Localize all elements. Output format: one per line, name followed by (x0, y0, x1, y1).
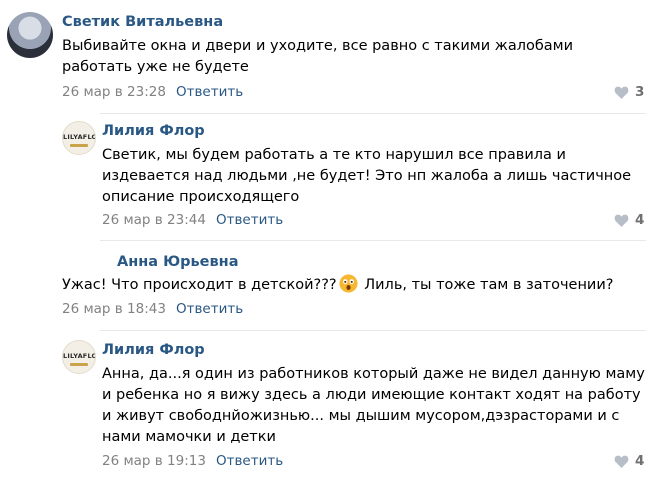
comment-text: Светик, мы будем работать а те кто наруш… (102, 147, 632, 205)
comment-meta: 26 мар в 18:43 Ответить (62, 301, 243, 317)
reply-button[interactable]: Ответить (216, 453, 283, 469)
comment-date[interactable]: 26 мар в 18:43 (62, 301, 166, 317)
comment-author[interactable]: Анна Юрьевна (117, 254, 238, 270)
divider (100, 330, 646, 331)
comment-text: Анна, да...я один из работников который … (102, 366, 645, 445)
avatar-logo-bar (70, 363, 88, 366)
comment-meta: 26 мар в 23:28 Ответить (62, 84, 243, 100)
comment-text: Ужас! Что происходит в детской??? Лиль, … (62, 274, 652, 296)
like-button[interactable]: 3 (614, 84, 644, 100)
divider (100, 240, 646, 241)
avatar[interactable] (7, 12, 53, 58)
avatar-logo-text: LILYAFLOR (63, 133, 95, 141)
like-button[interactable]: 4 (614, 212, 644, 228)
avatar[interactable]: LILYAFLOR (62, 340, 96, 374)
like-count: 4 (635, 212, 645, 228)
reply-button[interactable]: Ответить (176, 84, 243, 100)
comment-text-part: Ужас! Что происходит в детской??? (62, 277, 337, 293)
comment-date[interactable]: 26 мар в 23:44 (102, 212, 206, 228)
avatar-logo-text: LILYAFLOR (63, 352, 95, 360)
reply-button[interactable]: Ответить (176, 301, 243, 317)
comment-author[interactable]: Светик Витальевна (62, 14, 223, 30)
comment-text-part: Лиль, ты тоже там в заточении? (359, 277, 614, 293)
comment-date[interactable]: 26 мар в 19:13 (102, 453, 206, 469)
like-count: 4 (635, 453, 645, 469)
avatar[interactable]: LILYAFLOR (62, 121, 96, 155)
like-button[interactable]: 4 (614, 453, 644, 469)
comment-text: Выбивайте окна и двери и уходите, все ра… (62, 38, 574, 75)
heart-icon (614, 455, 629, 468)
avatar-logo-bar (70, 144, 88, 147)
astonished-face-emoji-icon (339, 274, 358, 293)
comment-author[interactable]: Лилия Флор (102, 123, 205, 139)
comment-date[interactable]: 26 мар в 23:28 (62, 84, 166, 100)
heart-icon (614, 86, 629, 99)
reply-button[interactable]: Ответить (216, 212, 283, 228)
comment-meta: 26 мар в 19:13 Ответить (102, 453, 283, 469)
comment-meta: 26 мар в 23:44 Ответить (102, 212, 283, 228)
divider (100, 113, 646, 114)
like-count: 3 (635, 84, 645, 100)
comment-author[interactable]: Лилия Флор (102, 342, 205, 358)
heart-icon (614, 214, 629, 227)
